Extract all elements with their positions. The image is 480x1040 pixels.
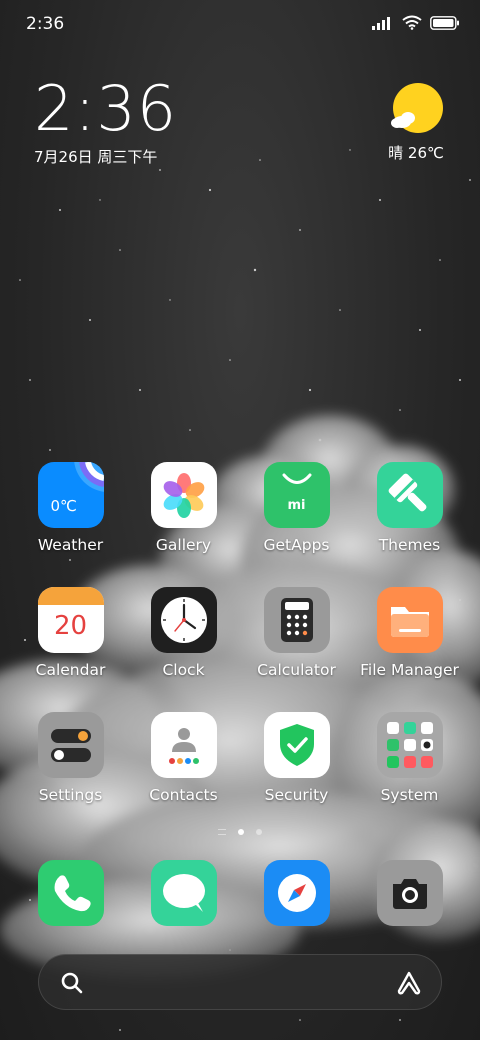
dock-camera[interactable] — [353, 860, 466, 926]
status-time: 2:36 — [26, 14, 65, 34]
app-label-system: System — [380, 786, 439, 804]
weather-icon: 0℃ — [37, 462, 104, 528]
weather-condition-temp: 晴 26℃ — [388, 144, 444, 162]
camera-icon — [376, 860, 443, 926]
app-label-contacts: Contacts — [149, 786, 218, 804]
app-label-calendar: Calendar — [35, 661, 106, 679]
phone-icon — [37, 860, 104, 926]
app-themes[interactable]: Themes — [353, 462, 466, 587]
app-label-getapps: GetApps — [263, 536, 330, 554]
system-folder-icon — [376, 712, 443, 778]
clock-widget-date: 7月26日 周三下午 — [34, 148, 158, 166]
app-getapps[interactable]: mi GetApps — [240, 462, 353, 587]
search-icon[interactable] — [59, 970, 85, 996]
app-calendar[interactable]: 20 Calendar — [14, 587, 127, 712]
dock-phone[interactable] — [14, 860, 127, 926]
dock-browser[interactable] — [240, 860, 353, 926]
app-label-gallery: Gallery — [155, 536, 212, 554]
status-bar: 2:36 — [0, 0, 480, 50]
messages-icon — [150, 860, 217, 926]
app-clock[interactable]: Clock — [127, 587, 240, 712]
app-label-themes: Themes — [378, 536, 441, 554]
clock-widget[interactable]: 2:36 7月26日 周三下午 — [34, 78, 177, 167]
gallery-icon — [150, 462, 217, 528]
app-file-manager[interactable]: File Manager — [353, 587, 466, 712]
battery-icon — [430, 15, 459, 30]
browser-compass-icon — [263, 860, 330, 926]
page-indicator[interactable] — [0, 829, 480, 835]
app-settings[interactable]: Settings — [14, 712, 127, 837]
clock-widget-time: 2:36 — [34, 72, 178, 145]
page-indicator-list-icon — [218, 829, 226, 835]
wifi-icon — [402, 15, 422, 30]
security-shield-icon — [263, 712, 330, 778]
app-calculator[interactable]: Calculator — [240, 587, 353, 712]
sun-cloud-icon — [391, 83, 443, 133]
page-dot — [256, 829, 262, 835]
assistant-icon[interactable] — [395, 969, 423, 997]
app-label-calculator: Calculator — [257, 661, 336, 679]
app-label-weather: Weather — [37, 536, 104, 554]
app-security[interactable]: Security — [240, 712, 353, 837]
app-contacts[interactable]: Contacts — [127, 712, 240, 837]
dock-messages[interactable] — [127, 860, 240, 926]
contacts-icon — [150, 712, 217, 778]
dock — [14, 860, 466, 926]
getapps-brand: mi — [287, 498, 306, 513]
calculator-icon — [263, 587, 330, 653]
weather-icon-temp: 0℃ — [50, 497, 77, 515]
app-label-security: Security — [264, 786, 329, 804]
search-bar[interactable] — [38, 954, 442, 1010]
themes-brush-icon — [376, 462, 443, 528]
app-label-clock: Clock — [162, 661, 205, 679]
app-system-folder[interactable]: System — [353, 712, 466, 837]
calendar-icon: 20 — [37, 587, 104, 653]
settings-toggle-icon — [37, 712, 104, 778]
app-grid: 0℃ Weather Gallery mi GetApps Themes 20 … — [14, 462, 466, 837]
clock-icon — [150, 587, 217, 653]
app-label-settings: Settings — [38, 786, 103, 804]
folder-icon — [376, 587, 443, 653]
calendar-day: 20 — [53, 611, 88, 641]
page-dot-active — [238, 829, 244, 835]
app-label-file-manager: File Manager — [360, 661, 459, 679]
weather-widget[interactable]: 晴 26℃ — [388, 82, 444, 163]
getapps-icon: mi — [263, 462, 330, 528]
app-weather[interactable]: 0℃ Weather — [14, 462, 127, 587]
signal-icon — [372, 16, 390, 30]
app-gallery[interactable]: Gallery — [127, 462, 240, 587]
